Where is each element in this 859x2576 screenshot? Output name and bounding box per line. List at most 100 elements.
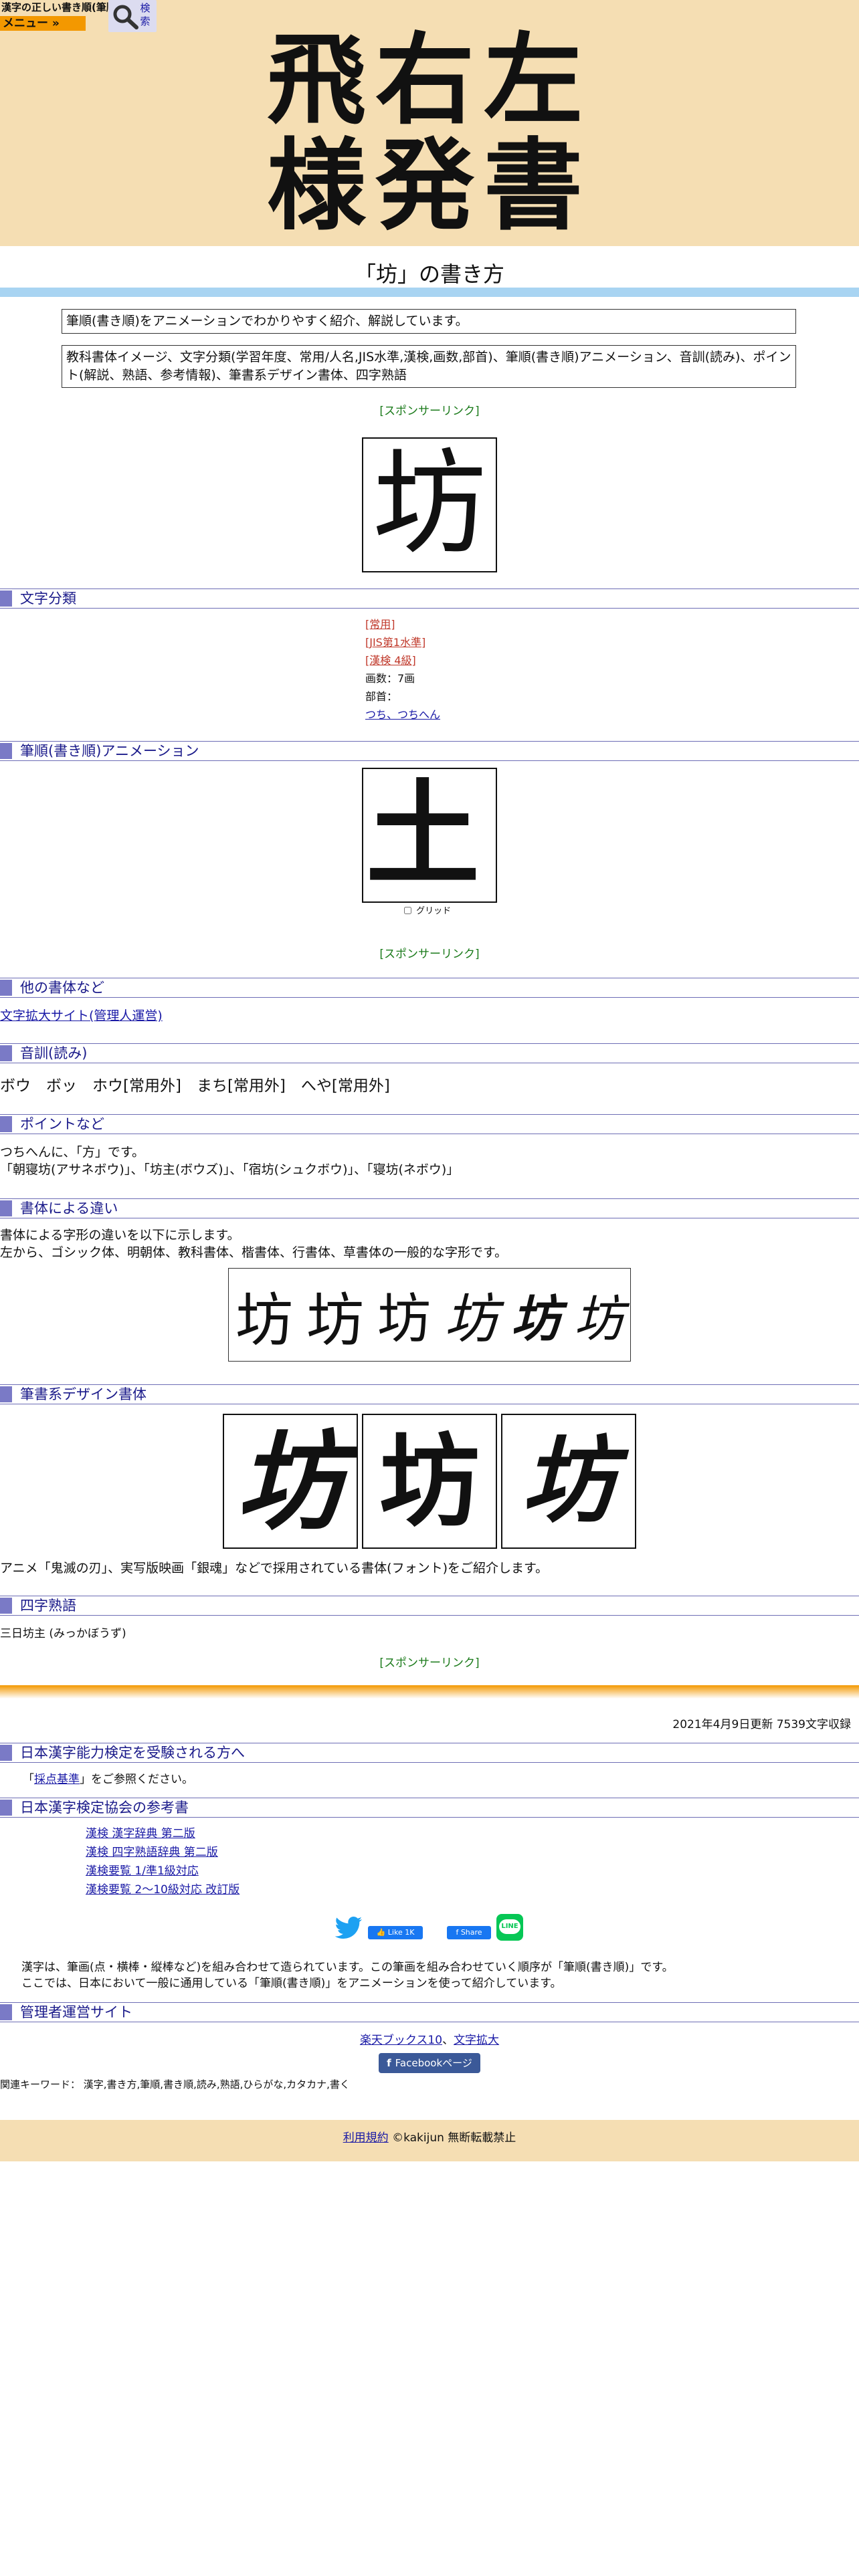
design-font-2[interactable]: 坊 xyxy=(362,1414,497,1549)
section-other-fonts: 他の書体など xyxy=(0,978,859,998)
twitter-button[interactable] xyxy=(335,1917,363,1944)
glyph-textbook: 坊 xyxy=(377,1288,431,1350)
section-points: ポイントなど xyxy=(0,1114,859,1134)
section-marker xyxy=(0,1045,12,1061)
explanation-text: 漢字は、筆画(点・横棒・縦棒など)を組み合わせて造られています。この筆画を組み合… xyxy=(21,1959,674,1992)
glyph-mincho: 坊 xyxy=(306,1287,364,1354)
reference-book-list: 漢検 漢字辞典 第二版 漢検 四字熟語辞典 第二版 漢検要覧 1/準1級対応 漢… xyxy=(86,1824,240,1899)
explanation-line2: ここでは、日本において一般に通用している「筆順(書き順)」をアニメーションを使っ… xyxy=(21,1977,562,1990)
section-admin: 管理者運営サイト xyxy=(0,2002,859,2022)
ref-book-link[interactable]: 漢検 四字熟語辞典 第二版 xyxy=(86,1846,218,1859)
section-marker xyxy=(0,1386,12,1402)
radical-label: 部首： xyxy=(365,690,398,703)
points-text: つちへんに、「方」です。 「朝寝坊(アサネボウ)」、「坊主(ボウズ)」、「宿坊(… xyxy=(0,1144,459,1178)
section-marker xyxy=(0,1200,12,1216)
enlarge-site-link[interactable]: 文字拡大サイト(管理人運営) xyxy=(0,1008,163,1023)
section-title: 筆順(書き順)アニメーション xyxy=(20,743,199,759)
grid-checkbox[interactable] xyxy=(404,907,411,914)
section-title: 筆書系デザイン書体 xyxy=(20,1386,147,1402)
yoji-text: 三日坊主 (みっかぼうず) xyxy=(0,1627,126,1640)
section-title: 日本漢字検定協会の参考書 xyxy=(20,1800,189,1816)
intro-box: 筆順(書き順)をアニメーションでわかりやすく紹介、解説しています。 xyxy=(62,309,796,334)
animation-glyph: 土 xyxy=(366,768,480,901)
page-footer: 利用規約 ©kakijun 無断転載禁止 xyxy=(0,2120,859,2161)
admin-sites: 楽天ブックス10、文字拡大 xyxy=(0,2030,859,2047)
sponsor-link-1[interactable]: [スポンサーリンク] xyxy=(0,401,859,418)
section-design-fonts: 筆書系デザイン書体 xyxy=(0,1384,859,1404)
enlarge-link[interactable]: 文字拡大 xyxy=(454,2034,499,2047)
jouyou-link[interactable]: [常用] xyxy=(365,618,395,631)
like-label: Like 1K xyxy=(387,1928,415,1937)
glyph-sosho: 坊 xyxy=(574,1290,624,1348)
kentei-note: 「採点基準」をご参照ください。 xyxy=(23,1769,193,1786)
logo-text: 漢字の正しい書き順(筆順) xyxy=(1,1,121,13)
jis-link[interactable]: [JIS第1水準] xyxy=(365,636,425,649)
section-font-diff: 書体による違い xyxy=(0,1198,859,1218)
ref-book-link[interactable]: 漢検 漢字辞典 第二版 xyxy=(86,1827,195,1840)
stroke-count: 画数：7画 xyxy=(365,672,415,685)
twitter-icon xyxy=(335,1917,362,1939)
section-title: 他の書体など xyxy=(20,980,104,996)
facebook-share-button[interactable]: f Share xyxy=(447,1926,491,1939)
facebook-page-label: Facebookページ xyxy=(395,2057,472,2069)
site-logo[interactable]: 漢字の正しい書き順(筆順) メニュー » xyxy=(0,0,121,31)
top-bar: 漢字の正しい書き順(筆順) メニュー » 検索 xyxy=(0,0,859,33)
ref-book-link[interactable]: 漢検要覧 2～10級対応 改訂版 xyxy=(86,1883,240,1897)
section-title: 文字分類 xyxy=(20,591,76,607)
ref-book-link[interactable]: 漢検要覧 1/準1級対応 xyxy=(86,1864,199,1878)
rakuten-books-link[interactable]: 楽天ブックス10 xyxy=(360,2034,442,2047)
glyph-kaisho: 坊 xyxy=(444,1288,498,1350)
design-glyph-2: 坊 xyxy=(379,1423,480,1541)
section-classification: 文字分類 xyxy=(0,588,859,609)
kanken-link[interactable]: [漢検 4級] xyxy=(365,654,416,667)
radical-link[interactable]: つち、つちへん xyxy=(365,708,440,721)
section-marker xyxy=(0,1598,12,1614)
section-marker xyxy=(0,743,12,759)
section-animation: 筆順(書き順)アニメーション xyxy=(0,741,859,761)
section-title: 書体による違い xyxy=(20,1200,118,1216)
search-icon xyxy=(113,5,138,29)
section-kentei-takers: 日本漢字能力検定を受験される方へ xyxy=(0,1743,859,1763)
design-font-3[interactable]: 坊 xyxy=(501,1414,636,1549)
facebook-like-button[interactable]: 👍 Like 1K xyxy=(368,1926,423,1939)
design-glyph-3: 坊 xyxy=(521,1427,615,1536)
search-label: 検索 xyxy=(140,2,151,27)
stroke-animation-canvas[interactable]: 土 xyxy=(362,768,497,903)
kanji-glyph: 坊 xyxy=(372,438,486,570)
menu-button[interactable]: メニュー » xyxy=(0,16,86,31)
search-button[interactable]: 検索 xyxy=(108,0,157,32)
section-kentei-refs: 日本漢字検定協会の参考書 xyxy=(0,1798,859,1818)
font-comparison-image: 坊 坊 坊 坊 坊 坊 xyxy=(228,1268,631,1362)
facebook-page-button[interactable]: f Facebookページ xyxy=(379,2053,480,2073)
section-yoji: 四字熟語 xyxy=(0,1596,859,1616)
section-title: 管理者運営サイト xyxy=(20,2004,132,2020)
classification-list: [常用] [JIS第1水準] [漢検 4級] 画数：7画 部首： つち、つちへん xyxy=(365,615,440,724)
section-title: 四字熟語 xyxy=(20,1598,76,1614)
facebook-icon: f xyxy=(456,1928,459,1937)
sponsor-link-2[interactable]: [スポンサーリンク] xyxy=(0,944,859,961)
font-diff-line1: 書体による字形の違いを以下に示します。 xyxy=(0,1228,240,1243)
grid-label: グリッド xyxy=(416,906,452,916)
scoring-criteria-link[interactable]: 採点基準 xyxy=(34,1773,80,1786)
sponsor-link-3[interactable]: [スポンサーリンク] xyxy=(0,1653,859,1670)
readings-text: ボウ ボッ ホウ[常用外] まち[常用外] へや[常用外] xyxy=(0,1077,390,1095)
grid-toggle[interactable]: グリッド xyxy=(404,905,451,918)
share-label: Share xyxy=(460,1928,482,1937)
glyph-gyosho: 坊 xyxy=(511,1290,561,1348)
banner-title-line2: 様発書 xyxy=(267,127,592,243)
banner-title: 飛右左 様発書 xyxy=(0,27,859,238)
admin-separator: 、 xyxy=(442,2034,454,2047)
title-divider xyxy=(0,288,859,297)
design-fonts-caption: アニメ「鬼滅の刃」、実写版映画「銀魂」などで採用されている書体(フォント)をご紹… xyxy=(0,1561,549,1576)
line-icon: LINE xyxy=(499,1919,520,1934)
thumbs-up-icon: 👍 xyxy=(376,1928,386,1937)
section-marker xyxy=(0,980,12,996)
section-title: 日本漢字能力検定を受験される方へ xyxy=(20,1745,245,1761)
kentei-prefix: 「 xyxy=(23,1773,34,1786)
terms-link[interactable]: 利用規約 xyxy=(343,2131,389,2145)
line-share-button[interactable]: LINE xyxy=(496,1914,523,1941)
design-font-1[interactable]: 坊 xyxy=(223,1414,358,1549)
update-info: 2021年4月9日更新 7539文字収録 xyxy=(672,1718,851,1731)
font-diff-line2: 左から、ゴシック体、明朝体、教科書体、楷書体、行書体、草書体の一般的な字形です。 xyxy=(0,1245,508,1260)
facebook-icon: f xyxy=(387,2057,391,2069)
